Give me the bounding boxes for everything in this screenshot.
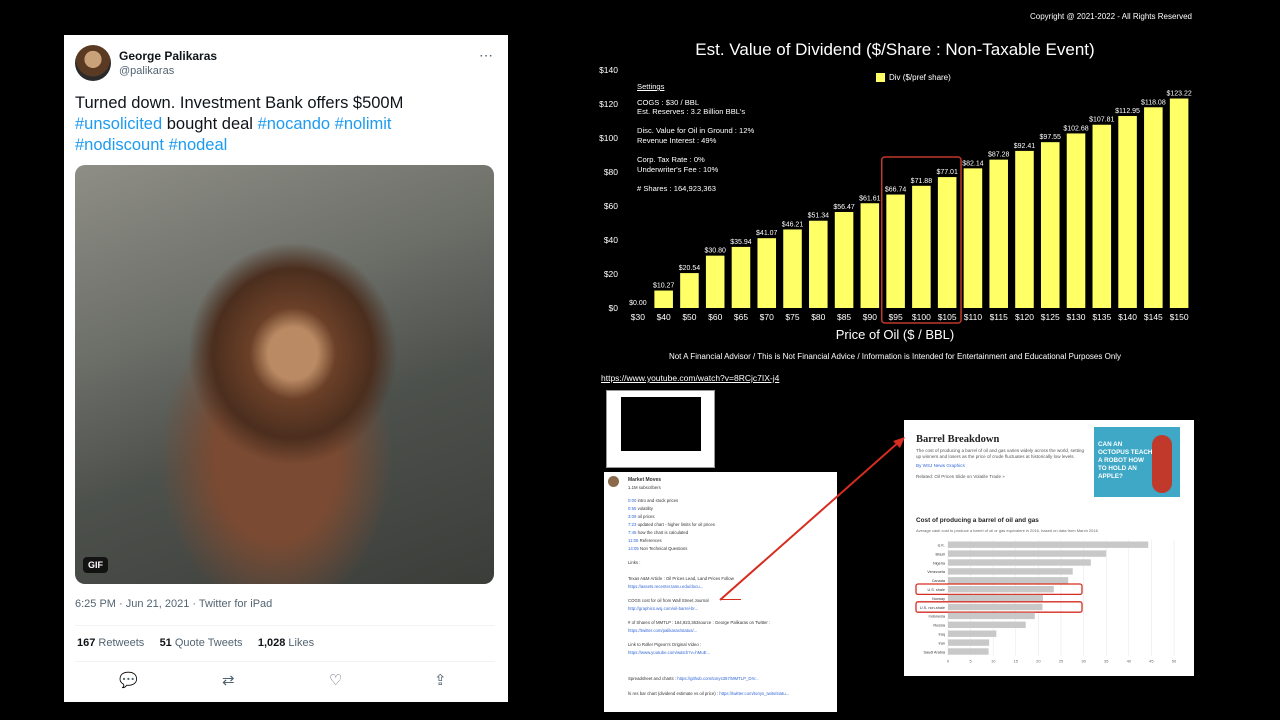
- annotation-arrow: [719, 437, 905, 601]
- arrow-line: [719, 440, 901, 601]
